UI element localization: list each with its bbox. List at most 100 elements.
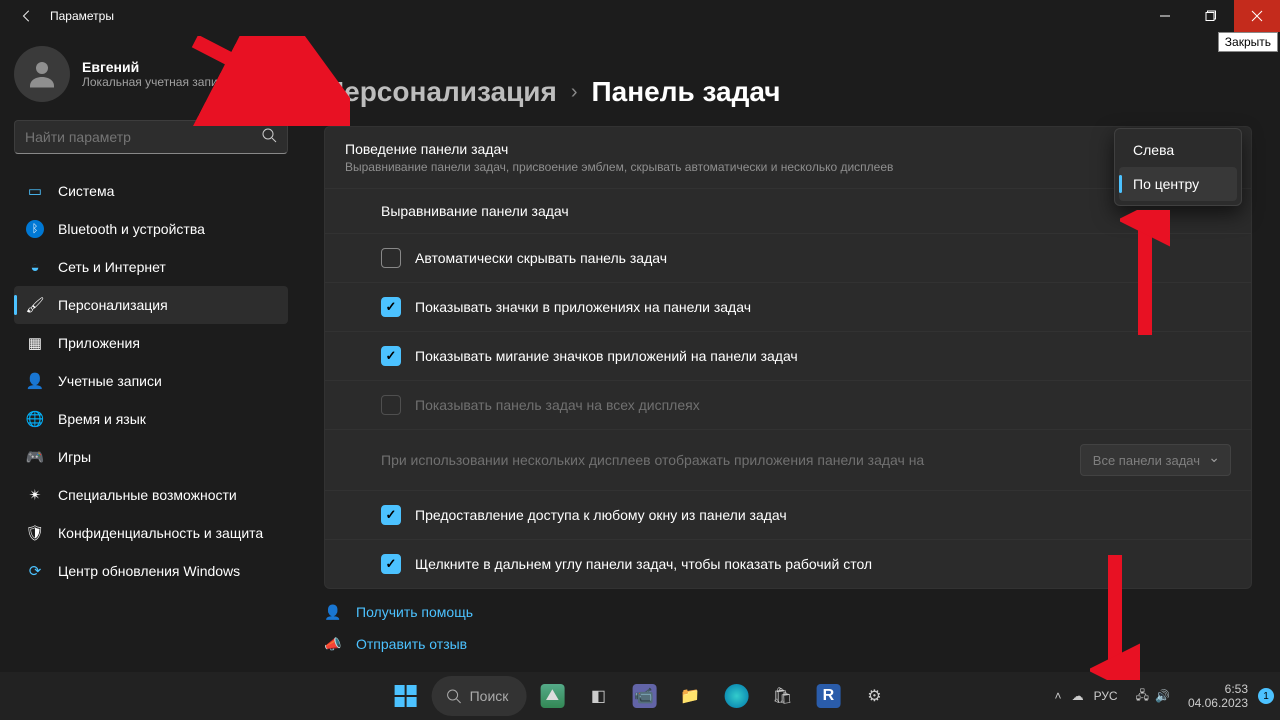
- globe-icon: 🌐: [26, 410, 44, 428]
- nav-update[interactable]: ⟳ Центр обновления Windows: [14, 552, 288, 590]
- row-alignment[interactable]: Выравнивание панели задач: [325, 188, 1251, 233]
- search-input[interactable]: [25, 129, 261, 145]
- menu-option-center[interactable]: По центру: [1119, 167, 1237, 201]
- nav-accessibility[interactable]: ✴ Специальные возможности: [14, 476, 288, 514]
- nav-label: Bluetooth и устройства: [58, 221, 205, 237]
- dropdown-value: Все панели задач: [1093, 453, 1200, 468]
- nav-label: Центр обновления Windows: [58, 563, 240, 579]
- start-button[interactable]: [386, 676, 426, 716]
- taskbar-search[interactable]: Поиск: [432, 676, 527, 716]
- nav-accounts[interactable]: 👤 Учетные записи: [14, 362, 288, 400]
- row-alldisplays: Показывать панель задач на всех дисплеях: [325, 380, 1251, 429]
- tray-overflow[interactable]: ˄: [1055, 689, 1062, 703]
- taskbar: Поиск ⛰ ◧ 📹 📁 🛍 R ⚙ ˄ ☁ РУС 🖧 🔊 6:53 04.…: [0, 672, 1280, 720]
- nav-time[interactable]: 🌐 Время и язык: [14, 400, 288, 438]
- taskbar-search-label: Поиск: [470, 688, 509, 704]
- menu-option-left[interactable]: Слева: [1119, 133, 1237, 167]
- annotation-arrow: [1090, 550, 1140, 680]
- app-store[interactable]: 🛍: [762, 676, 802, 716]
- nav-label: Время и язык: [58, 411, 146, 427]
- row-label: При использовании нескольких дисплеев от…: [381, 452, 1080, 468]
- sound-icon: 🔊: [1155, 689, 1170, 703]
- app-settings[interactable]: ⚙: [854, 676, 894, 716]
- nav-personalization[interactable]: 🖌 Персонализация: [14, 286, 288, 324]
- row-multimon: При использовании нескольких дисплеев от…: [325, 429, 1251, 490]
- network-icon: 🖧: [1136, 686, 1149, 707]
- window-title: Параметры: [50, 9, 114, 23]
- nav-network[interactable]: ◒ Сеть и Интернет: [14, 248, 288, 286]
- link-label: Получить помощь: [356, 604, 473, 620]
- checkbox-flash[interactable]: [381, 346, 401, 366]
- card-title: Поведение панели задач: [345, 141, 893, 157]
- checkbox-autohide[interactable]: [381, 248, 401, 268]
- nav-label: Специальные возможности: [58, 487, 237, 503]
- nav-label: Система: [58, 183, 114, 199]
- back-button[interactable]: [12, 1, 42, 31]
- checkbox-alldisplays: [381, 395, 401, 415]
- row-flash[interactable]: Показывать мигание значков приложений на…: [325, 331, 1251, 380]
- row-label: Выравнивание панели задач: [381, 203, 1231, 219]
- shield-icon: 🛡: [26, 524, 44, 542]
- minimize-button[interactable]: [1142, 0, 1188, 32]
- help-icon: 👤: [324, 603, 342, 621]
- close-button[interactable]: [1234, 0, 1280, 32]
- nav-label: Персонализация: [58, 297, 168, 313]
- nav-bluetooth[interactable]: ᛒ Bluetooth и устройства: [14, 210, 288, 248]
- wifi-icon: ◒: [26, 258, 44, 276]
- row-autohide[interactable]: Автоматически скрывать панель задач: [325, 233, 1251, 282]
- bluetooth-icon: ᛒ: [26, 220, 44, 238]
- nav-label: Учетные записи: [58, 373, 162, 389]
- tray-network-sound[interactable]: 🖧 🔊: [1128, 682, 1178, 711]
- row-label: Автоматически скрывать панель задач: [415, 250, 1231, 266]
- brush-icon: 🖌: [26, 296, 44, 314]
- nav-system[interactable]: ▭ Система: [14, 172, 288, 210]
- link-label: Отправить отзыв: [356, 636, 467, 652]
- person-icon: 👤: [26, 372, 44, 390]
- row-label: Показывать значки в приложениях на панел…: [415, 299, 1231, 315]
- nav-label: Игры: [58, 449, 91, 465]
- behavior-card: Поведение панели задач Выравнивание пане…: [324, 126, 1252, 589]
- chevron-right-icon: ›: [571, 81, 578, 104]
- nav-label: Приложения: [58, 335, 140, 351]
- app-explorer[interactable]: 📁: [670, 676, 710, 716]
- feedback-icon: 📣: [324, 635, 342, 653]
- accessibility-icon: ✴: [26, 486, 44, 504]
- clock-date: 04.06.2023: [1188, 696, 1248, 710]
- row-anywindow[interactable]: Предоставление доступа к любому окну из …: [325, 490, 1251, 539]
- search-icon: [446, 688, 462, 704]
- nav-gaming[interactable]: 🎮 Игры: [14, 438, 288, 476]
- breadcrumb: Персонализация › Панель задач: [324, 76, 1252, 108]
- checkbox-desktopcorner[interactable]: [381, 554, 401, 574]
- tray-clock[interactable]: 6:53 04.06.2023: [1188, 682, 1248, 710]
- dropdown-multimon: Все панели задач: [1080, 444, 1231, 476]
- nav-label: Конфиденциальность и защита: [58, 525, 263, 541]
- widgets-button[interactable]: ⛰: [532, 676, 572, 716]
- search-icon: [261, 127, 277, 148]
- checkbox-anywindow[interactable]: [381, 505, 401, 525]
- avatar: [14, 46, 70, 102]
- notification-badge[interactable]: 1: [1258, 688, 1274, 704]
- annotation-arrow: [1120, 210, 1170, 340]
- nav-apps[interactable]: ▦ Приложения: [14, 324, 288, 362]
- update-icon: ⟳: [26, 562, 44, 580]
- clock-time: 6:53: [1188, 682, 1248, 696]
- app-edge[interactable]: [716, 676, 756, 716]
- card-subtitle: Выравнивание панели задач, присвоение эм…: [345, 160, 893, 174]
- nav-privacy[interactable]: 🛡 Конфиденциальность и защита: [14, 514, 288, 552]
- tray-language[interactable]: РУС: [1094, 689, 1118, 703]
- card-header[interactable]: Поведение панели задач Выравнивание пане…: [325, 127, 1251, 188]
- crumb-root[interactable]: Персонализация: [324, 76, 557, 108]
- maximize-button[interactable]: [1188, 0, 1234, 32]
- game-icon: 🎮: [26, 448, 44, 466]
- tray-onedrive-icon[interactable]: ☁: [1072, 689, 1084, 703]
- nav-label: Сеть и Интернет: [58, 259, 166, 275]
- app-chat[interactable]: 📹: [624, 676, 664, 716]
- taskview-button[interactable]: ◧: [578, 676, 618, 716]
- annotation-arrow: [190, 36, 350, 126]
- row-badges[interactable]: Показывать значки в приложениях на панел…: [325, 282, 1251, 331]
- app-revit[interactable]: R: [808, 676, 848, 716]
- apps-icon: ▦: [26, 334, 44, 352]
- display-icon: ▭: [26, 182, 44, 200]
- checkbox-badges[interactable]: [381, 297, 401, 317]
- row-label: Показывать панель задач на всех дисплеях: [415, 397, 1231, 413]
